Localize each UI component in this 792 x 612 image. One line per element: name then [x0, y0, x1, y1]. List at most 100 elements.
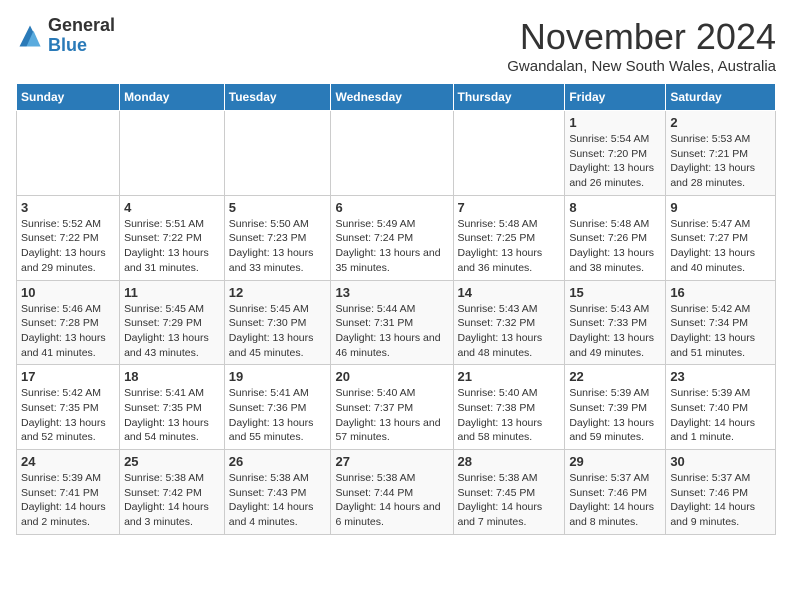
day-number: 12 — [229, 285, 327, 300]
calendar-header-row: SundayMondayTuesdayWednesdayThursdayFrid… — [17, 84, 776, 111]
day-number: 6 — [335, 200, 448, 215]
calendar-cell: 26Sunrise: 5:38 AM Sunset: 7:43 PM Dayli… — [224, 450, 331, 535]
day-of-week-header: Wednesday — [331, 84, 453, 111]
title-block: November 2024 Gwandalan, New South Wales… — [507, 16, 776, 75]
logo-blue: Blue — [48, 35, 87, 55]
calendar-cell: 23 Sunrise: 5:39 AM Sunset: 7:40 PM Dayli… — [666, 365, 776, 450]
day-number: 13 — [335, 285, 448, 300]
calendar-week-row: 1Sunrise: 5:54 AM Sunset: 7:20 PM Daylig… — [17, 111, 776, 196]
calendar-cell: 1Sunrise: 5:54 AM Sunset: 7:20 PM Daylig… — [565, 111, 666, 196]
day-info: Sunrise: 5:52 AM Sunset: 7:22 PM Dayligh… — [21, 217, 115, 276]
day-number: 2 — [670, 115, 771, 130]
day-number: 7 — [458, 200, 561, 215]
calendar-cell — [224, 111, 331, 196]
day-of-week-header: Thursday — [453, 84, 565, 111]
day-of-week-header: Monday — [120, 84, 225, 111]
day-info: Sunrise: 5:41 AM Sunset: 7:35 PM Dayligh… — [124, 386, 220, 445]
calendar-cell: 4 Sunrise: 5:51 AM Sunset: 7:22 PM Daylig… — [120, 195, 225, 280]
day-number: 16 — [670, 285, 771, 300]
calendar-cell: 6 Sunrise: 5:49 AM Sunset: 7:24 PM Daylig… — [331, 195, 453, 280]
calendar-cell: 24 Sunrise: 5:39 AM Sunset: 7:41 PM Dayli… — [17, 450, 120, 535]
calendar-week-row: 10Sunrise: 5:46 AM Sunset: 7:28 PM Dayli… — [17, 280, 776, 365]
subtitle: Gwandalan, New South Wales, Australia — [507, 58, 776, 75]
calendar-cell: 7 Sunrise: 5:48 AM Sunset: 7:25 PM Daylig… — [453, 195, 565, 280]
day-info: Sunrise: 5:39 AM Sunset: 7:41 PM Dayligh… — [21, 471, 115, 530]
calendar-week-row: 3 Sunrise: 5:52 AM Sunset: 7:22 PM Daylig… — [17, 195, 776, 280]
day-number: 24 — [21, 454, 115, 469]
day-number: 3 — [21, 200, 115, 215]
day-number: 9 — [670, 200, 771, 215]
day-number: 28 — [458, 454, 561, 469]
day-number: 22 — [569, 369, 661, 384]
day-number: 25 — [124, 454, 220, 469]
day-info: Sunrise: 5:53 AM Sunset: 7:21 PM Dayligh… — [670, 132, 771, 191]
day-info: Sunrise: 5:45 AM Sunset: 7:29 PM Dayligh… — [124, 302, 220, 361]
calendar-cell: 3 Sunrise: 5:52 AM Sunset: 7:22 PM Daylig… — [17, 195, 120, 280]
calendar-cell: 13 Sunrise: 5:44 AM Sunset: 7:31 PM Dayli… — [331, 280, 453, 365]
logo: General Blue — [16, 16, 115, 56]
calendar-week-row: 24 Sunrise: 5:39 AM Sunset: 7:41 PM Dayli… — [17, 450, 776, 535]
calendar-body: 1Sunrise: 5:54 AM Sunset: 7:20 PM Daylig… — [17, 111, 776, 535]
calendar-cell — [453, 111, 565, 196]
day-info: Sunrise: 5:48 AM Sunset: 7:26 PM Dayligh… — [569, 217, 661, 276]
day-info: Sunrise: 5:42 AM Sunset: 7:34 PM Dayligh… — [670, 302, 771, 361]
calendar-cell: 8 Sunrise: 5:48 AM Sunset: 7:26 PM Daylig… — [565, 195, 666, 280]
day-info: Sunrise: 5:39 AM Sunset: 7:39 PM Dayligh… — [569, 386, 661, 445]
calendar-cell: 9 Sunrise: 5:47 AM Sunset: 7:27 PM Daylig… — [666, 195, 776, 280]
day-info: Sunrise: 5:40 AM Sunset: 7:38 PM Dayligh… — [458, 386, 561, 445]
day-number: 5 — [229, 200, 327, 215]
calendar-cell: 20 Sunrise: 5:40 AM Sunset: 7:37 PM Dayli… — [331, 365, 453, 450]
logo-general: General — [48, 15, 115, 35]
day-info: Sunrise: 5:49 AM Sunset: 7:24 PM Dayligh… — [335, 217, 448, 276]
day-info: Sunrise: 5:37 AM Sunset: 7:46 PM Dayligh… — [670, 471, 771, 530]
day-number: 4 — [124, 200, 220, 215]
day-number: 27 — [335, 454, 448, 469]
day-info: Sunrise: 5:37 AM Sunset: 7:46 PM Dayligh… — [569, 471, 661, 530]
day-number: 23 — [670, 369, 771, 384]
day-number: 18 — [124, 369, 220, 384]
day-info: Sunrise: 5:44 AM Sunset: 7:31 PM Dayligh… — [335, 302, 448, 361]
calendar-cell: 30Sunrise: 5:37 AM Sunset: 7:46 PM Dayli… — [666, 450, 776, 535]
day-number: 10 — [21, 285, 115, 300]
calendar-cell: 28Sunrise: 5:38 AM Sunset: 7:45 PM Dayli… — [453, 450, 565, 535]
day-info: Sunrise: 5:47 AM Sunset: 7:27 PM Dayligh… — [670, 217, 771, 276]
calendar-cell: 14Sunrise: 5:43 AM Sunset: 7:32 PM Dayli… — [453, 280, 565, 365]
calendar-cell: 10Sunrise: 5:46 AM Sunset: 7:28 PM Dayli… — [17, 280, 120, 365]
day-number: 14 — [458, 285, 561, 300]
day-number: 17 — [21, 369, 115, 384]
day-info: Sunrise: 5:48 AM Sunset: 7:25 PM Dayligh… — [458, 217, 561, 276]
calendar-cell — [331, 111, 453, 196]
day-number: 15 — [569, 285, 661, 300]
calendar-table: SundayMondayTuesdayWednesdayThursdayFrid… — [16, 83, 776, 535]
calendar-cell — [120, 111, 225, 196]
calendar-cell: 25Sunrise: 5:38 AM Sunset: 7:42 PM Dayli… — [120, 450, 225, 535]
day-info: Sunrise: 5:42 AM Sunset: 7:35 PM Dayligh… — [21, 386, 115, 445]
calendar-cell: 19Sunrise: 5:41 AM Sunset: 7:36 PM Dayli… — [224, 365, 331, 450]
day-of-week-header: Friday — [565, 84, 666, 111]
day-info: Sunrise: 5:41 AM Sunset: 7:36 PM Dayligh… — [229, 386, 327, 445]
calendar-cell — [17, 111, 120, 196]
calendar-cell: 15 Sunrise: 5:43 AM Sunset: 7:33 PM Dayli… — [565, 280, 666, 365]
day-of-week-header: Tuesday — [224, 84, 331, 111]
day-number: 21 — [458, 369, 561, 384]
calendar-cell: 29 Sunrise: 5:37 AM Sunset: 7:46 PM Dayli… — [565, 450, 666, 535]
day-info: Sunrise: 5:43 AM Sunset: 7:33 PM Dayligh… — [569, 302, 661, 361]
logo-icon — [16, 22, 44, 50]
page-header: General Blue November 2024 Gwandalan, Ne… — [16, 16, 776, 75]
month-title: November 2024 — [507, 16, 776, 58]
day-number: 29 — [569, 454, 661, 469]
calendar-cell: 21 Sunrise: 5:40 AM Sunset: 7:38 PM Dayli… — [453, 365, 565, 450]
calendar-cell: 12Sunrise: 5:45 AM Sunset: 7:30 PM Dayli… — [224, 280, 331, 365]
calendar-cell: 16 Sunrise: 5:42 AM Sunset: 7:34 PM Dayli… — [666, 280, 776, 365]
day-number: 26 — [229, 454, 327, 469]
day-info: Sunrise: 5:51 AM Sunset: 7:22 PM Dayligh… — [124, 217, 220, 276]
day-info: Sunrise: 5:38 AM Sunset: 7:44 PM Dayligh… — [335, 471, 448, 530]
day-of-week-header: Saturday — [666, 84, 776, 111]
day-number: 8 — [569, 200, 661, 215]
logo-text: General Blue — [48, 16, 115, 56]
day-info: Sunrise: 5:40 AM Sunset: 7:37 PM Dayligh… — [335, 386, 448, 445]
day-number: 11 — [124, 285, 220, 300]
day-info: Sunrise: 5:39 AM Sunset: 7:40 PM Dayligh… — [670, 386, 771, 445]
day-number: 20 — [335, 369, 448, 384]
calendar-cell: 18 Sunrise: 5:41 AM Sunset: 7:35 PM Dayli… — [120, 365, 225, 450]
